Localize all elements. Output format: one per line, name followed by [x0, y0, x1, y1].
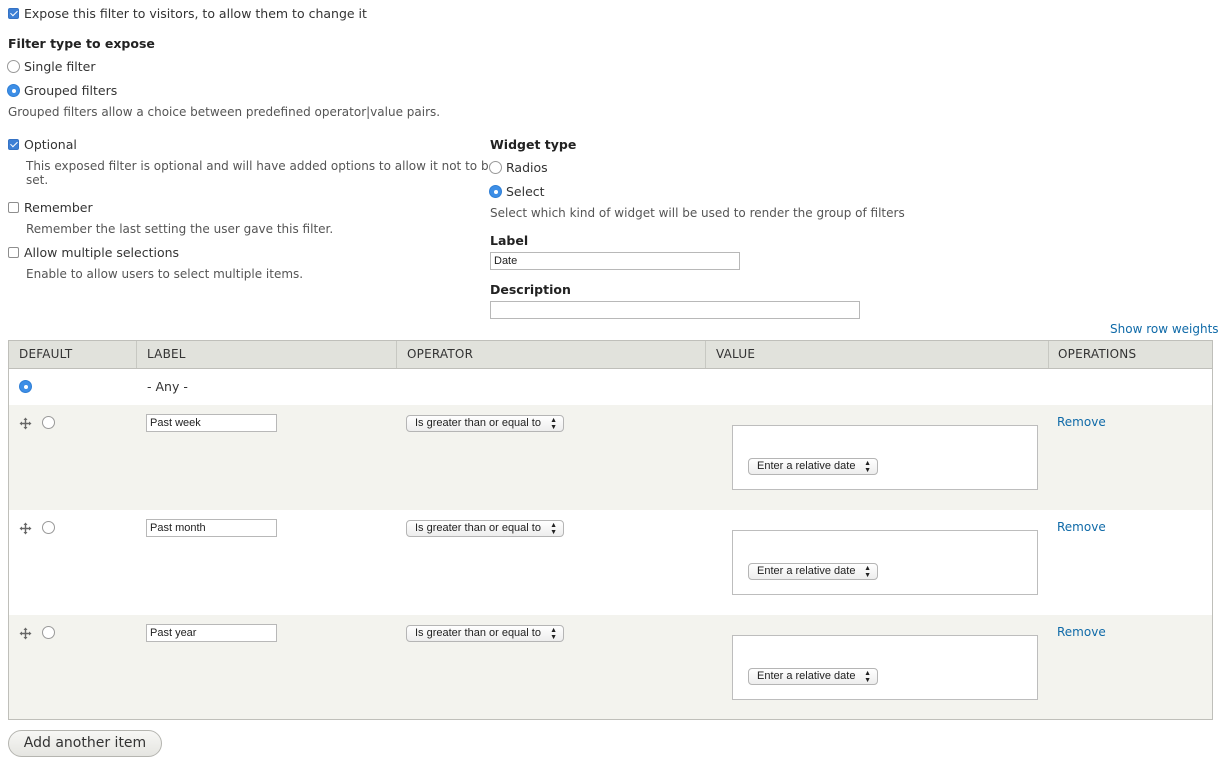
row-label-input[interactable]: Past week [146, 414, 277, 432]
row-label-input[interactable]: Past year [146, 624, 277, 642]
relative-date-value: Enter a relative date [757, 460, 856, 472]
value-container: Enter a relative date ▲ ▼ [732, 425, 1038, 490]
default-radio[interactable] [42, 521, 55, 534]
remove-link[interactable]: Remove [1057, 625, 1106, 639]
description-field-heading: Description [490, 282, 571, 297]
drag-handle-icon[interactable] [19, 417, 32, 430]
widget-type-heading: Widget type [490, 137, 577, 152]
table-row: Past week Is greater than or equal to ▲ ▼… [9, 405, 1212, 510]
operator-select-value: Is greater than or equal to [415, 627, 541, 639]
label-field-heading: Label [490, 233, 529, 248]
relative-date-value: Enter a relative date [757, 670, 856, 682]
single-filter-radio[interactable] [7, 60, 20, 73]
column-header-operator: OPERATOR [407, 347, 474, 361]
grouped-filters-label: Grouped filters [24, 83, 118, 98]
widget-select-radio[interactable] [489, 185, 502, 198]
drag-handle-icon[interactable] [19, 522, 32, 535]
select-arrows-icon: ▲ ▼ [864, 564, 871, 579]
widget-radios-label: Radios [506, 160, 548, 175]
select-arrows-icon: ▲ ▼ [550, 416, 557, 431]
operator-select[interactable]: Is greater than or equal to ▲ ▼ [406, 415, 564, 432]
row-label-input[interactable]: Past month [146, 519, 277, 537]
filter-type-heading: Filter type to expose [8, 36, 155, 51]
grouped-filters-radio[interactable] [7, 84, 20, 97]
relative-date-select[interactable]: Enter a relative date ▲ ▼ [748, 668, 878, 685]
column-header-value: VALUE [716, 347, 756, 361]
expose-filter-label: Expose this filter to visitors, to allow… [24, 6, 367, 21]
widget-select-label: Select [506, 184, 545, 199]
operator-select[interactable]: Is greater than or equal to ▲ ▼ [406, 520, 564, 537]
relative-date-select[interactable]: Enter a relative date ▲ ▼ [748, 458, 878, 475]
widget-type-description: Select which kind of widget will be used… [490, 206, 905, 220]
remember-label: Remember [24, 200, 93, 215]
select-arrows-icon: ▲ ▼ [550, 521, 557, 536]
operator-select-value: Is greater than or equal to [415, 417, 541, 429]
label-input[interactable]: Date [490, 252, 740, 270]
table-header: DEFAULT LABEL OPERATOR VALUE OPERATIONS [9, 341, 1212, 369]
widget-radios-radio[interactable] [489, 161, 502, 174]
relative-date-select[interactable]: Enter a relative date ▲ ▼ [748, 563, 878, 580]
drag-handle-icon[interactable] [19, 627, 32, 640]
relative-date-value: Enter a relative date [757, 565, 856, 577]
remember-description: Remember the last setting the user gave … [26, 222, 334, 236]
remember-checkbox[interactable] [8, 202, 19, 213]
allow-multiple-label: Allow multiple selections [24, 245, 180, 260]
operator-select-value: Is greater than or equal to [415, 522, 541, 534]
select-arrows-icon: ▲ ▼ [550, 626, 557, 641]
allow-multiple-description: Enable to allow users to select multiple… [26, 267, 304, 281]
column-header-operations: OPERATIONS [1058, 347, 1137, 361]
description-input[interactable] [490, 301, 860, 319]
optional-checkbox[interactable] [8, 139, 19, 150]
filter-type-description: Grouped filters allow a choice between p… [8, 105, 441, 119]
select-arrows-icon: ▲ ▼ [864, 669, 871, 684]
optional-description-line2: set. [26, 173, 49, 187]
default-radio[interactable] [42, 416, 55, 429]
column-header-label: LABEL [147, 347, 186, 361]
add-another-item-button[interactable]: Add another item [8, 730, 162, 757]
table-row-any: - Any - [9, 369, 1212, 405]
optional-description-line1: This exposed filter is optional and will… [26, 159, 496, 173]
grouped-filters-table: DEFAULT LABEL OPERATOR VALUE OPERATIONS … [8, 340, 1213, 720]
default-radio[interactable] [42, 626, 55, 639]
remove-link[interactable]: Remove [1057, 415, 1106, 429]
any-row-label: - Any - [147, 379, 188, 394]
value-container: Enter a relative date ▲ ▼ [732, 635, 1038, 700]
show-row-weights-link[interactable]: Show row weights [1110, 322, 1219, 336]
default-any-radio[interactable] [19, 380, 32, 393]
remove-link[interactable]: Remove [1057, 520, 1106, 534]
select-arrows-icon: ▲ ▼ [864, 459, 871, 474]
column-header-default: DEFAULT [19, 347, 73, 361]
single-filter-label: Single filter [24, 59, 96, 74]
optional-label: Optional [24, 137, 77, 152]
expose-filter-checkbox[interactable] [8, 8, 19, 19]
allow-multiple-checkbox[interactable] [8, 247, 19, 258]
table-row: Past month Is greater than or equal to ▲… [9, 510, 1212, 615]
table-row: Past year Is greater than or equal to ▲ ▼… [9, 615, 1212, 719]
value-container: Enter a relative date ▲ ▼ [732, 530, 1038, 595]
operator-select[interactable]: Is greater than or equal to ▲ ▼ [406, 625, 564, 642]
